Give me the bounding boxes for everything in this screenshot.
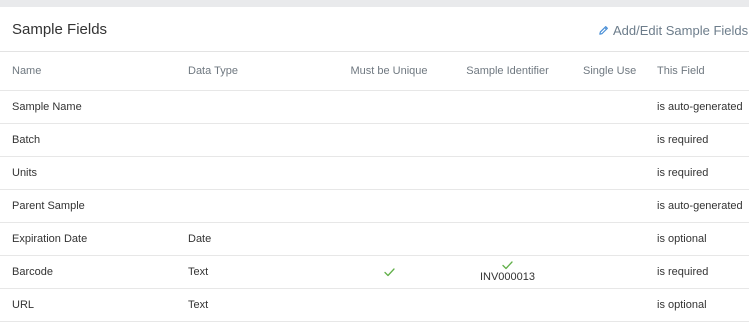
this-field-status: is required <box>657 266 709 278</box>
panel-header: Sample Fields Add/Edit Sample Fields <box>0 7 749 52</box>
field-name: Parent Sample <box>12 200 85 212</box>
checkmark-icon <box>502 261 513 270</box>
table-row: Expiration Date Date is optional <box>0 223 749 256</box>
sample-fields-panel: Sample Fields Add/Edit Sample Fields Nam… <box>0 7 749 324</box>
panel-title: Sample Fields <box>12 21 108 38</box>
field-name: Barcode <box>12 266 53 278</box>
sample-identifier-cell <box>467 223 548 255</box>
must-be-unique-cell <box>343 91 435 123</box>
table-row: Units is required <box>0 157 749 190</box>
data-type: Text <box>188 266 209 278</box>
must-be-unique-cell <box>343 256 435 288</box>
must-be-unique-cell <box>343 157 435 189</box>
must-be-unique-cell <box>343 124 435 156</box>
add-edit-sample-fields-button[interactable]: Add/Edit Sample Fields <box>598 23 749 38</box>
this-field-status: is auto-generated <box>657 101 743 113</box>
this-field-status: is required <box>657 134 709 146</box>
sample-identifier-cell <box>467 289 548 321</box>
table-row: URL Text is optional <box>0 289 749 322</box>
column-header-sample-identifier: Sample Identifier <box>466 65 549 77</box>
must-be-unique-cell <box>343 289 435 321</box>
pencil-icon <box>598 25 609 36</box>
column-header-must-be-unique: Must be Unique <box>350 65 428 77</box>
sample-identifier-cell <box>467 157 548 189</box>
table-row: Batch is required <box>0 124 749 157</box>
field-name: Units <box>12 167 38 179</box>
field-name: Sample Name <box>12 101 82 113</box>
field-name: URL <box>12 299 35 311</box>
field-name: Batch <box>12 134 41 146</box>
this-field-status: is required <box>657 167 709 179</box>
column-header-data-type: Data Type <box>188 65 238 77</box>
table-header-row: Name Data Type Must be Unique Sample Ide… <box>0 52 749 91</box>
this-field-status: is auto-generated <box>657 200 743 212</box>
table-row: Parent Sample is auto-generated <box>0 190 749 223</box>
column-header-single-use: Single Use <box>583 65 637 77</box>
table-row: Sample Name is auto-generated <box>0 91 749 124</box>
must-be-unique-cell <box>343 190 435 222</box>
checkmark-icon <box>383 267 395 277</box>
column-header-name: Name <box>12 65 42 77</box>
table-row: Barcode Text INV000013 is required <box>0 256 749 289</box>
data-type: Date <box>188 233 212 245</box>
sample-identifier-cell: INV000013 <box>467 256 548 288</box>
field-name: Expiration Date <box>12 233 88 245</box>
data-type: Text <box>188 299 209 311</box>
sample-identifier-cell <box>467 91 548 123</box>
sample-identifier-value: INV000013 <box>479 271 536 283</box>
must-be-unique-cell <box>343 223 435 255</box>
add-edit-sample-fields-label: Add/Edit Sample Fields <box>613 23 749 38</box>
this-field-status: is optional <box>657 299 707 311</box>
sample-identifier-cell <box>467 124 548 156</box>
sample-identifier-cell <box>467 190 548 222</box>
column-header-this-field: This Field <box>657 65 705 77</box>
this-field-status: is optional <box>657 233 707 245</box>
